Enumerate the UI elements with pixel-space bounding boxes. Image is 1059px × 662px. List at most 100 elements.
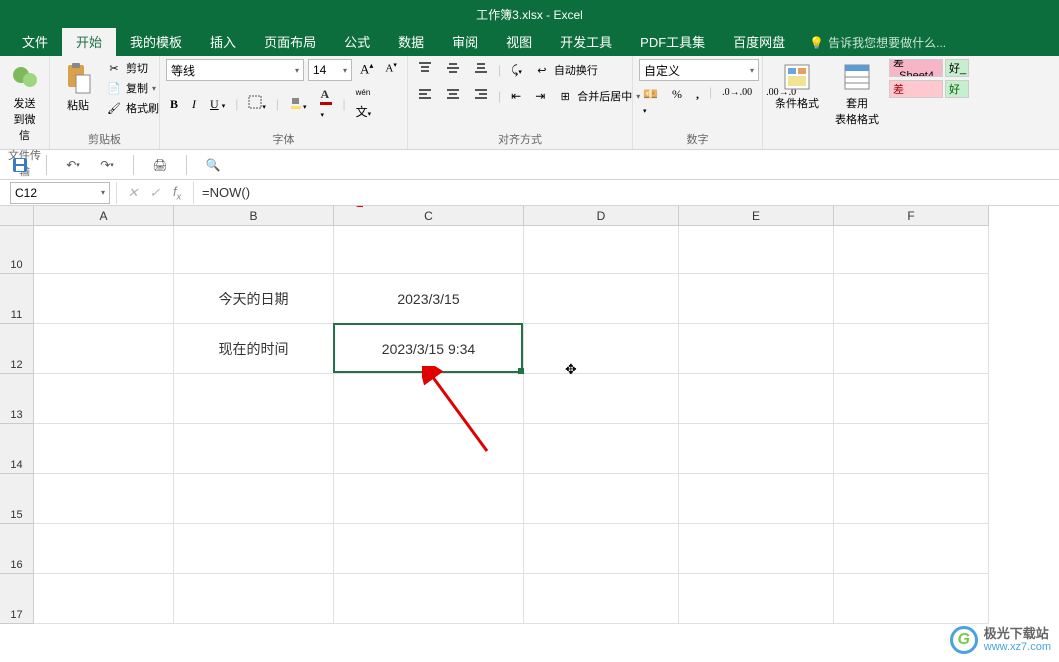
cell-C17[interactable] <box>334 574 524 624</box>
cut-button[interactable]: ✂剪切 <box>104 59 161 77</box>
increase-font-button[interactable]: A▴ <box>356 59 377 81</box>
font-size-combo[interactable]: 14▾ <box>308 59 352 81</box>
format-table-button[interactable]: 套用 表格格式 <box>829 59 885 129</box>
cell-E10[interactable] <box>679 226 834 274</box>
cell-E11[interactable] <box>679 274 834 324</box>
format-painter-button[interactable]: 🖌格式刷 <box>104 99 161 117</box>
tab-layout[interactable]: 页面布局 <box>250 27 330 56</box>
row-header-11[interactable]: 11 <box>0 274 34 324</box>
col-header-e[interactable]: E <box>679 206 834 226</box>
cell-D10[interactable] <box>524 226 679 274</box>
row-header-15[interactable]: 15 <box>0 474 34 524</box>
style-bad-sheet[interactable]: 差_Sheet4 <box>889 59 943 77</box>
cell-E15[interactable] <box>679 474 834 524</box>
increase-decimal-button[interactable]: .0→.00 <box>718 85 756 119</box>
tab-baidu[interactable]: 百度网盘 <box>719 27 799 56</box>
align-center-button[interactable] <box>442 85 464 107</box>
tab-file[interactable]: 文件 <box>8 27 62 56</box>
select-all-corner[interactable] <box>0 206 34 226</box>
cell-C16[interactable] <box>334 524 524 574</box>
cell-D12[interactable] <box>524 324 679 374</box>
cell-B10[interactable] <box>174 226 334 274</box>
cell-A14[interactable] <box>34 424 174 474</box>
row-header-17[interactable]: 17 <box>0 574 34 624</box>
cell-B12[interactable]: 现在的时间 <box>174 324 334 374</box>
insert-function-button[interactable]: fx <box>167 184 187 202</box>
number-format-combo[interactable]: 自定义▾ <box>639 59 759 81</box>
increase-indent-button[interactable]: ⇥ <box>531 87 549 106</box>
col-header-f[interactable]: F <box>834 206 989 226</box>
cell-A13[interactable] <box>34 374 174 424</box>
decrease-font-button[interactable]: A▾ <box>381 59 400 81</box>
font-color-button[interactable]: A▾ <box>316 85 336 123</box>
percent-button[interactable]: % <box>668 85 686 119</box>
phonetic-button[interactable]: wén文▾ <box>352 86 376 122</box>
comma-button[interactable]: , <box>692 85 703 119</box>
cell-F12[interactable] <box>834 324 989 374</box>
tab-home[interactable]: 开始 <box>62 27 116 56</box>
tell-me-search[interactable]: 💡 告诉我您想要做什么... <box>799 29 956 56</box>
cell-D16[interactable] <box>524 524 679 574</box>
name-box[interactable]: C12 ▾ <box>10 182 110 204</box>
row-header-16[interactable]: 16 <box>0 524 34 574</box>
tab-formulas[interactable]: 公式 <box>330 27 384 56</box>
save-button[interactable] <box>10 155 30 175</box>
cell-C11[interactable]: 2023/3/15 <box>334 274 524 324</box>
tab-review[interactable]: 审阅 <box>438 27 492 56</box>
style-bad[interactable]: 差 <box>889 80 943 98</box>
cell-A12[interactable] <box>34 324 174 374</box>
cell-F13[interactable] <box>834 374 989 424</box>
merge-center-button[interactable]: ⊞合并后居中▾ <box>555 87 642 105</box>
cell-B15[interactable] <box>174 474 334 524</box>
cell-C15[interactable] <box>334 474 524 524</box>
cell-D17[interactable] <box>524 574 679 624</box>
row-header-12[interactable]: 12 <box>0 324 34 374</box>
cell-F10[interactable] <box>834 226 989 274</box>
copy-button[interactable]: 📄复制▾ <box>104 79 161 97</box>
print-preview-button[interactable]: 🔍 <box>203 155 223 175</box>
cell-A16[interactable] <box>34 524 174 574</box>
style-good-sheet[interactable]: 好_ <box>945 59 969 77</box>
cell-D15[interactable] <box>524 474 679 524</box>
decrease-indent-button[interactable]: ⇤ <box>507 87 525 106</box>
underline-button[interactable]: U ▾ <box>206 95 229 114</box>
undo-button[interactable]: ↶▾ <box>63 155 83 175</box>
redo-button[interactable]: ↷▾ <box>97 155 117 175</box>
paste-button[interactable]: 粘贴 <box>56 59 100 117</box>
wrap-text-button[interactable]: ↩自动换行 <box>532 61 600 79</box>
align-top-button[interactable] <box>414 59 436 81</box>
cell-D13[interactable] <box>524 374 679 424</box>
formula-input[interactable]: =NOW() <box>194 185 1059 200</box>
spreadsheet-grid[interactable]: ABCDEF 1011121314151617 今天的日期2023/3/15现在… <box>0 206 1059 662</box>
tab-developer[interactable]: 开发工具 <box>546 27 626 56</box>
align-left-button[interactable] <box>414 85 436 107</box>
accept-formula-button[interactable]: ✓ <box>145 185 165 201</box>
cell-F15[interactable] <box>834 474 989 524</box>
cell-F14[interactable] <box>834 424 989 474</box>
cell-E14[interactable] <box>679 424 834 474</box>
col-header-b[interactable]: B <box>174 206 334 226</box>
conditional-format-button[interactable]: 条件格式 <box>769 59 825 113</box>
orientation-button[interactable]: ⤹▾ <box>507 61 526 80</box>
row-header-13[interactable]: 13 <box>0 374 34 424</box>
tab-view[interactable]: 视图 <box>492 27 546 56</box>
font-name-combo[interactable]: 等线▾ <box>166 59 304 81</box>
cell-B17[interactable] <box>174 574 334 624</box>
cell-F11[interactable] <box>834 274 989 324</box>
italic-button[interactable]: I <box>188 95 200 114</box>
cell-A10[interactable] <box>34 226 174 274</box>
align-right-button[interactable] <box>470 85 492 107</box>
row-header-10[interactable]: 10 <box>0 226 34 274</box>
cell-A11[interactable] <box>34 274 174 324</box>
cell-F17[interactable] <box>834 574 989 624</box>
row-header-14[interactable]: 14 <box>0 424 34 474</box>
cell-C10[interactable] <box>334 226 524 274</box>
cell-B14[interactable] <box>174 424 334 474</box>
fill-color-button[interactable]: ▾ <box>285 93 311 115</box>
col-header-d[interactable]: D <box>524 206 679 226</box>
col-header-c[interactable]: C <box>334 206 524 226</box>
cell-B16[interactable] <box>174 524 334 574</box>
send-wechat-button[interactable]: 发送 到微信 <box>6 59 43 145</box>
cell-B13[interactable] <box>174 374 334 424</box>
tab-templates[interactable]: 我的模板 <box>116 27 196 56</box>
